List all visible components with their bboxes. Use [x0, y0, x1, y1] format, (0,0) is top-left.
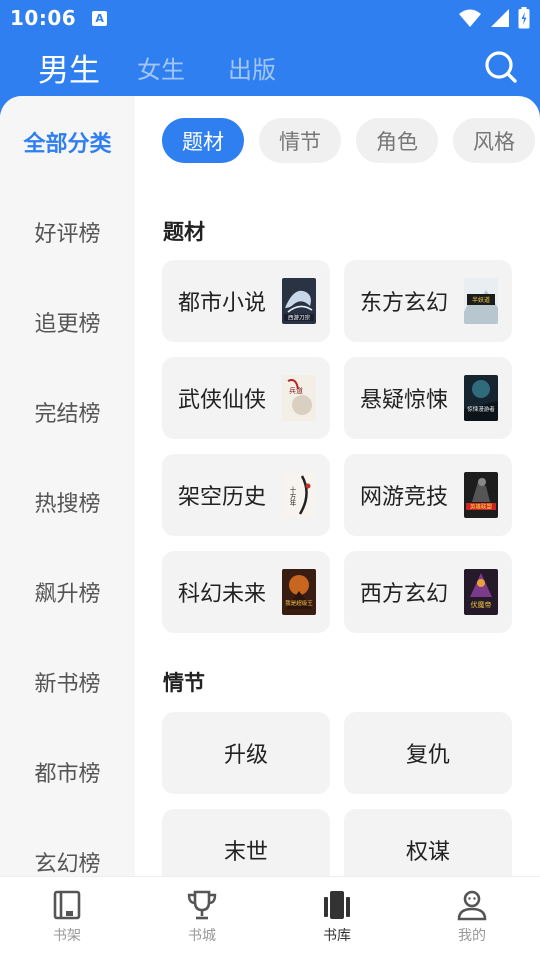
svg-text:惊悚漫游者: 惊悚漫游者 [467, 405, 495, 413]
category-card-history[interactable]: 架空历史 十方年 [162, 454, 330, 536]
sidebar-item-hot-search[interactable]: 热搜榜 [0, 486, 135, 518]
nav-item-profile[interactable]: 我的 [422, 889, 522, 945]
card-label: 东方玄幻 [360, 291, 449, 316]
chip-style[interactable]: 风格 [453, 118, 535, 163]
nav-label: 书城 [188, 928, 216, 944]
book-cover-image: 兵道 [282, 375, 316, 421]
category-card-western-fantasy[interactable]: 西方玄幻 伏魔帝 [344, 551, 512, 633]
book-cover-image: 伏魔帝 [464, 569, 498, 615]
sidebar-item-completed[interactable]: 完结榜 [0, 396, 135, 428]
svg-text:半妖道: 半妖道 [472, 296, 490, 304]
tab-female[interactable]: 女生 [137, 50, 185, 85]
category-card-gaming[interactable]: 网游竞技 英雄联盟 [344, 454, 512, 536]
category-panel: 全部分类 好评榜 追更榜 完结榜 热搜榜 飙升榜 新书榜 都市榜 玄幻榜 题材 … [0, 96, 540, 876]
card-label: 权谋 [405, 840, 450, 865]
svg-text:西游刀宗: 西游刀宗 [288, 314, 311, 322]
sidebar-item-top-rated[interactable]: 好评榜 [0, 216, 135, 248]
card-label: 都市小说 [178, 291, 267, 316]
category-content: 题材 情节 角色 风格 题材 都市小说 西游刀宗 东方玄幻 半妖道 武侠仙侠 兵… [135, 96, 540, 876]
nav-label: 书架 [53, 928, 81, 944]
chip-theme[interactable]: 题材 [162, 118, 244, 163]
card-label: 西方玄幻 [360, 582, 449, 607]
svg-text:我是超级王: 我是超级王 [285, 599, 313, 607]
sidebar-item-urban[interactable]: 都市榜 [0, 756, 135, 788]
card-label: 复仇 [405, 743, 450, 768]
category-card-eastern-fantasy[interactable]: 东方玄幻 半妖道 [344, 260, 512, 342]
section-title-plot: 情节 [163, 671, 205, 695]
app-notification-icon: A [92, 10, 108, 26]
profile-icon [457, 890, 487, 921]
status-time: 10:06 [10, 6, 77, 30]
tab-publishing[interactable]: 出版 [228, 50, 276, 85]
chip-plot[interactable]: 情节 [259, 118, 341, 163]
nav-label: 我的 [458, 928, 486, 944]
bottom-nav: 书架 书城 书库 我的 [0, 876, 540, 960]
category-card-scifi[interactable]: 科幻未来 我是超级王 [162, 551, 330, 633]
category-card-apocalypse[interactable]: 末世 [162, 809, 330, 876]
card-label: 末世 [223, 840, 268, 865]
svg-text:英雄联盟: 英雄联盟 [470, 503, 493, 511]
signal-icon [491, 9, 509, 27]
card-label: 架空历史 [178, 485, 267, 510]
sidebar-item-rising[interactable]: 飙升榜 [0, 576, 135, 608]
card-label: 武侠仙侠 [178, 388, 267, 413]
sidebar-item-all-categories[interactable]: 全部分类 [0, 126, 135, 158]
nav-label: 书库 [323, 928, 351, 944]
chip-role[interactable]: 角色 [356, 118, 438, 163]
sidebar-item-most-followed[interactable]: 追更榜 [0, 306, 135, 338]
svg-text:十方年: 十方年 [288, 485, 296, 507]
bookshelf-icon [53, 890, 81, 920]
gender-tabs: 男生 女生 出版 [0, 40, 540, 94]
status-bar: 10:06 A [0, 0, 540, 36]
wifi-icon [459, 9, 481, 27]
category-card-suspense[interactable]: 悬疑惊悚 惊悚漫游者 [344, 357, 512, 439]
card-label: 悬疑惊悚 [360, 388, 449, 413]
sidebar-item-new-books[interactable]: 新书榜 [0, 666, 135, 698]
category-card-revenge[interactable]: 复仇 [344, 712, 512, 794]
book-cover-image: 十方年 [282, 472, 316, 518]
book-cover-image: 半妖道 [464, 278, 498, 324]
svg-text:伏魔帝: 伏魔帝 [471, 600, 492, 609]
book-cover-image: 英雄联盟 [464, 472, 498, 518]
card-label: 科幻未来 [178, 582, 267, 607]
card-label: 网游竞技 [360, 485, 449, 510]
nav-item-library[interactable]: 书库 [287, 889, 387, 945]
ranking-sidebar: 全部分类 好评榜 追更榜 完结榜 热搜榜 飙升榜 新书榜 都市榜 玄幻榜 [0, 96, 135, 876]
category-card-level-up[interactable]: 升级 [162, 712, 330, 794]
category-card-wuxia[interactable]: 武侠仙侠 兵道 [162, 357, 330, 439]
library-icon [324, 891, 350, 919]
svg-text:兵道: 兵道 [289, 386, 303, 395]
section-title-theme: 题材 [163, 220, 205, 244]
search-icon[interactable] [484, 50, 518, 84]
book-cover-image: 我是超级王 [282, 569, 316, 615]
category-card-scheming[interactable]: 权谋 [344, 809, 512, 876]
sidebar-item-fantasy[interactable]: 玄幻榜 [0, 846, 135, 876]
category-card-urban[interactable]: 都市小说 西游刀宗 [162, 260, 330, 342]
battery-icon [518, 7, 530, 29]
book-cover-image: 惊悚漫游者 [464, 375, 498, 421]
tab-male[interactable]: 男生 [38, 45, 100, 90]
nav-item-bookstore[interactable]: 书城 [152, 889, 252, 945]
nav-item-bookshelf[interactable]: 书架 [17, 889, 117, 945]
card-label: 升级 [223, 743, 268, 768]
trophy-icon [187, 890, 217, 920]
status-icons [458, 7, 530, 29]
book-cover-image: 西游刀宗 [282, 278, 316, 324]
